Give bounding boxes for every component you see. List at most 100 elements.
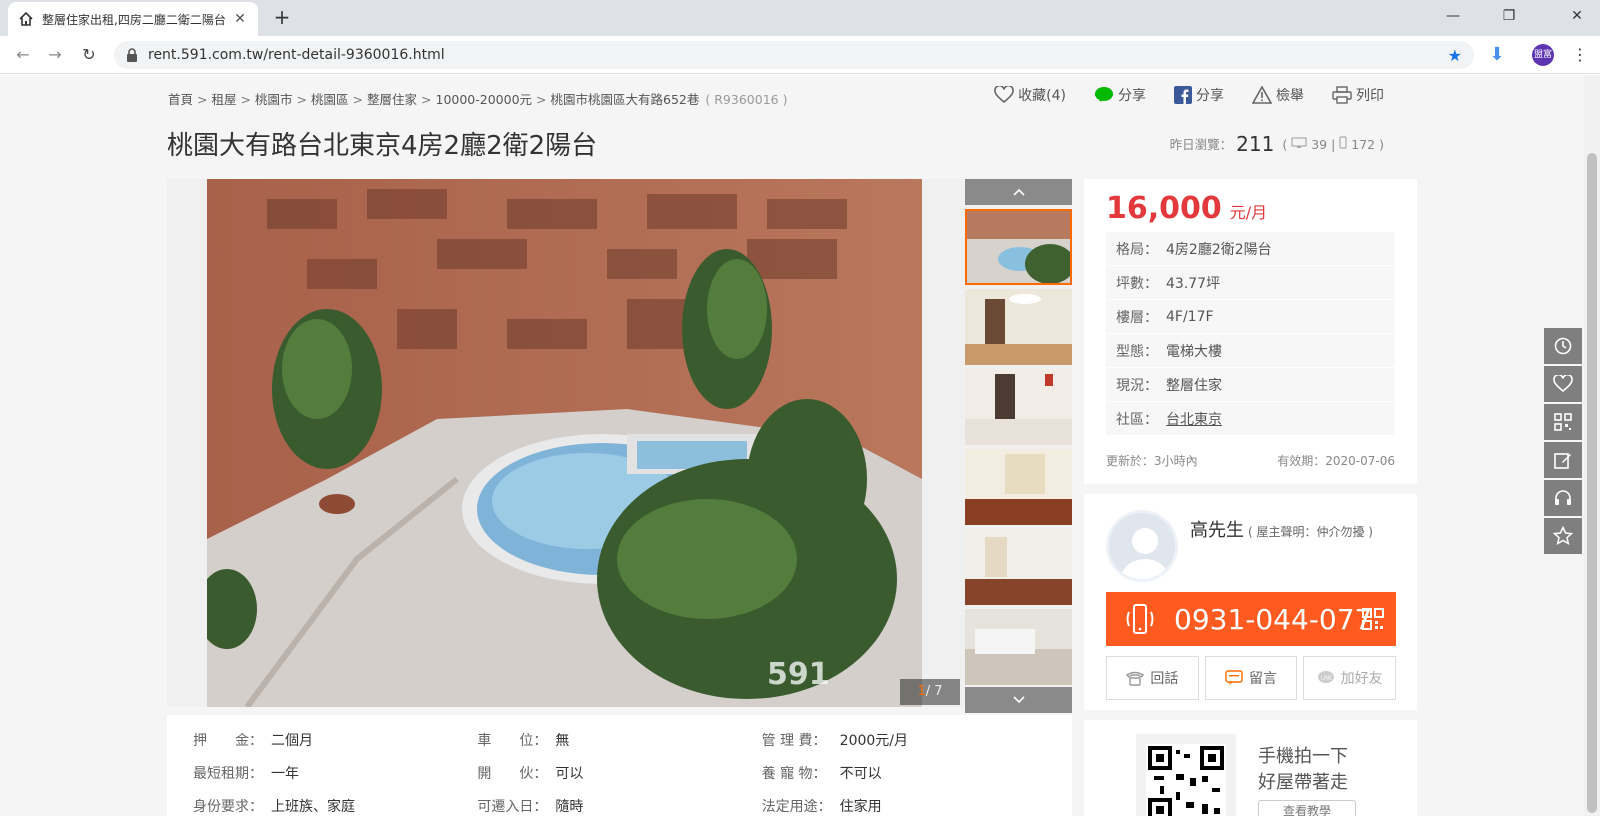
page-viewport: 首頁 > 租屋 > 桃園市 > 桃園區 > 整層住家 >10000-20000元 > 桃園市桃園區大有… [0, 75, 1584, 816]
printer-icon [1332, 86, 1352, 104]
print-button[interactable]: 列印 [1332, 85, 1384, 105]
view-stats: 昨日瀏覽： 211 ( 39 | 172 ) [1170, 132, 1384, 156]
thumbnail-5[interactable] [965, 529, 1072, 605]
close-window-button[interactable]: ✕ [1554, 0, 1600, 32]
download-icon[interactable]: ⬇ [1486, 44, 1508, 66]
bookmark-star-icon[interactable]: ★ [1448, 46, 1462, 65]
chevron-up-icon [1012, 188, 1025, 196]
thumb-scroll-down-button[interactable] [965, 687, 1072, 713]
new-tab-button[interactable]: + [270, 6, 294, 30]
page-title: 桃園大有路台北東京4房2廳2衛2陽台 [167, 131, 598, 161]
attr-layout: 格局： 4房2廳2衛2陽台 [1106, 232, 1395, 266]
views-count: 211 [1236, 132, 1275, 156]
agent-name: 高先生 [1190, 520, 1244, 541]
views-bracket-open: ( [1282, 137, 1288, 152]
thumbnail-4[interactable] [965, 449, 1072, 525]
support-sidebar-button[interactable] [1544, 480, 1582, 516]
detail-pets: 養 寵 物： 不可以 [761, 765, 882, 782]
browser-menu-icon[interactable]: ⋮ [1572, 44, 1588, 66]
views-bracket-close: ) [1379, 137, 1384, 152]
line-share-button[interactable]: 分享 [1094, 85, 1146, 105]
history-button[interactable] [1544, 328, 1582, 364]
fb-share-button[interactable]: 分享 [1174, 85, 1224, 105]
agent-avatar [1106, 510, 1178, 582]
chevron-down-icon [1012, 696, 1025, 704]
browser-tab[interactable]: 整層住家出租,四房二廳二衛二陽台 ✕ [8, 2, 258, 36]
star-sidebar-button[interactable] [1544, 518, 1582, 554]
forward-button[interactable]: → [44, 44, 66, 66]
detail-legal-use: 法定用途： 住家用 [761, 798, 882, 815]
close-tab-icon[interactable]: ✕ [232, 11, 248, 27]
phone-button[interactable]: 0931-044-077 [1106, 592, 1396, 646]
photo-counter-total: / 7 [925, 684, 943, 699]
attr-building-type: 型態： 電梯大樓 [1106, 334, 1395, 368]
agent-note: ( 屋主聲明：仲介勿擾 ) [1248, 525, 1373, 539]
community-link[interactable]: 台北東京 [1166, 409, 1222, 429]
main-photo[interactable]: 591 [207, 179, 922, 707]
add-friend-button[interactable]: LINE 加好友 [1303, 656, 1397, 700]
qr-promo-text: 手機拍一下 好屋帶著走 [1258, 746, 1348, 793]
detail-tenant-requirement: 身份要求： 上班族、家庭 [193, 798, 355, 815]
report-button[interactable]: 檢舉 [1252, 85, 1304, 105]
print-label: 列印 [1356, 88, 1384, 104]
attr-area: 坪數： 43.77坪 [1106, 266, 1395, 300]
attr-community: 社區： 台北東京 [1106, 402, 1395, 436]
back-button[interactable]: ← [12, 44, 34, 66]
svg-text:LINE: LINE [1321, 676, 1332, 682]
detail-management-fee: 管 理 費： 2000元/月 [761, 732, 909, 749]
qr-sidebar-button[interactable] [1544, 404, 1582, 440]
omnibox[interactable]: rent.591.com.tw/rent-detail-9360016.html… [114, 41, 1474, 69]
breadcrumb-district[interactable]: 桃園區 [311, 92, 349, 107]
qr-code-icon [1554, 413, 1572, 431]
details-row: 押 金： 二個月 車 位：無 管 理 費： 2000元/月 [193, 723, 1046, 756]
profile-avatar[interactable]: 盟富 [1532, 44, 1554, 66]
qr-tutorial-button[interactable]: 查看教學 [1258, 800, 1356, 816]
scrollbar-thumb[interactable] [1587, 153, 1597, 813]
lock-icon [126, 48, 138, 62]
browser-tab-bar: 整層住家出租,四房二廳二衛二陽台 ✕ + — ❐ ✕ [0, 0, 1600, 36]
thumbnail-1[interactable] [965, 209, 1072, 285]
mobile-icon [1339, 136, 1347, 149]
history-icon [1554, 337, 1572, 355]
attribute-list: 格局： 4房2廳2衛2陽台 坪數： 43.77坪 樓層： 4F/17F 型態： 電梯大樓… [1106, 232, 1395, 436]
breadcrumb-separator: > [197, 92, 208, 107]
heart-icon [994, 86, 1014, 104]
line-icon: LINE [1317, 671, 1334, 683]
page-scrollbar[interactable] [1584, 75, 1600, 816]
edit-icon [1554, 453, 1571, 469]
breadcrumb-type[interactable]: 整層住家 [367, 92, 417, 107]
qr-code-image [1136, 734, 1236, 816]
detail-min-lease: 最短租期： 一年 [193, 765, 299, 782]
breadcrumb-home[interactable]: 首頁 [168, 92, 193, 107]
line-share-label: 分享 [1118, 88, 1146, 104]
thumbnail-2[interactable] [965, 289, 1072, 365]
breadcrumb-price[interactable]: 10000-20000元 [436, 92, 533, 107]
breadcrumb-separator: > [240, 92, 251, 107]
message-button[interactable]: 留言 [1204, 656, 1298, 700]
headset-icon [1555, 490, 1571, 505]
action-bar: 收藏(4) 分享 分享 檢舉 列印 [994, 85, 1384, 105]
breadcrumb-city[interactable]: 桃園市 [255, 92, 293, 107]
restore-button[interactable]: ❐ [1486, 0, 1532, 32]
floating-sidebar [1544, 328, 1582, 556]
thumbnail-6[interactable] [965, 609, 1072, 685]
line-icon [1095, 87, 1113, 102]
attr-floor: 樓層： 4F/17F [1106, 300, 1395, 334]
callback-button[interactable]: 回話 [1106, 656, 1199, 700]
chat-icon [1225, 670, 1243, 685]
minimize-button[interactable]: — [1430, 0, 1476, 32]
edit-sidebar-button[interactable] [1544, 442, 1582, 478]
contact-box: 高先生 ( 屋主聲明：仲介勿擾 ) 0931-044-077 回話 留言 LINE [1084, 494, 1417, 710]
reload-button[interactable]: ↻ [78, 44, 100, 66]
phone-number: 0931-044-077 [1174, 602, 1373, 636]
breadcrumb-rent[interactable]: 租屋 [212, 92, 237, 107]
favorite-button[interactable]: 收藏(4) [994, 85, 1066, 105]
favorites-sidebar-button[interactable] [1544, 366, 1582, 402]
url-text[interactable]: rent.591.com.tw/rent-detail-9360016.html [148, 47, 1448, 63]
qr-code-icon[interactable] [1362, 608, 1384, 630]
views-mobile: 172 [1351, 137, 1376, 152]
thumb-scroll-up-button[interactable] [965, 179, 1072, 205]
breadcrumb-separator: > [352, 92, 363, 107]
photo-counter-current: 1 [917, 684, 926, 699]
thumbnail-3[interactable] [965, 369, 1072, 445]
